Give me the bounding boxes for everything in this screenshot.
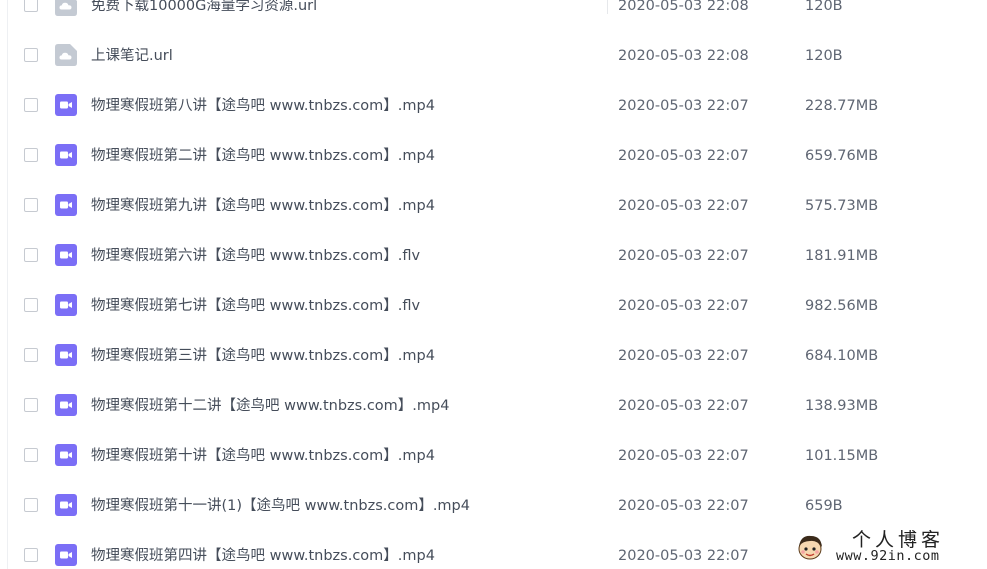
- row-checkbox[interactable]: [24, 0, 38, 12]
- file-row[interactable]: 物理寒假班第六讲【途鸟吧 www.tnbzs.com】.flv 2020-05-0…: [0, 231, 987, 281]
- cartoon-avatar-icon: [798, 535, 822, 560]
- file-name[interactable]: 物理寒假班第二讲【途鸟吧 www.tnbzs.com】.mp4: [91, 131, 435, 181]
- file-size: 181.91MB: [805, 248, 879, 264]
- video-file-icon: [55, 344, 77, 366]
- file-row[interactable]: 物理寒假班第十讲【途鸟吧 www.tnbzs.com】.mp4 2020-05-0…: [0, 431, 987, 481]
- video-file-icon: [55, 394, 77, 416]
- file-date: 2020-05-03 22:08: [618, 0, 749, 14]
- url-file-icon: [55, 44, 77, 66]
- video-file-icon: [55, 294, 77, 316]
- file-name[interactable]: 物理寒假班第七讲【途鸟吧 www.tnbzs.com】.flv: [91, 281, 420, 331]
- file-date: 2020-05-03 22:07: [618, 298, 749, 314]
- video-file-icon: [55, 444, 77, 466]
- file-row[interactable]: 物理寒假班第七讲【途鸟吧 www.tnbzs.com】.flv 2020-05-0…: [0, 281, 987, 331]
- file-date: 2020-05-03 22:07: [618, 398, 749, 414]
- file-date: 2020-05-03 22:07: [618, 148, 749, 164]
- file-size: 101.15MB: [805, 448, 879, 464]
- file-date: 2020-05-03 22:07: [618, 198, 749, 214]
- row-checkbox[interactable]: [24, 48, 38, 62]
- file-date: 2020-05-03 22:07: [618, 448, 749, 464]
- file-name[interactable]: 物理寒假班第三讲【途鸟吧 www.tnbzs.com】.mp4: [91, 331, 435, 381]
- video-file-icon: [55, 94, 77, 116]
- file-size: 575.73MB: [805, 198, 879, 214]
- file-manager-view: 免费下载10000G海量学习资源.url 2020-05-03 22:08 120B…: [0, 0, 987, 569]
- video-file-icon: [55, 544, 77, 566]
- file-date: 2020-05-03 22:07: [618, 248, 749, 264]
- row-checkbox[interactable]: [24, 548, 38, 562]
- file-row[interactable]: 免费下载10000G海量学习资源.url 2020-05-03 22:08 120B: [0, 0, 987, 31]
- video-file-icon: [55, 244, 77, 266]
- file-name[interactable]: 物理寒假班第六讲【途鸟吧 www.tnbzs.com】.flv: [91, 231, 420, 281]
- video-file-icon: [55, 144, 77, 166]
- row-checkbox[interactable]: [24, 148, 38, 162]
- video-file-icon: [55, 194, 77, 216]
- row-checkbox[interactable]: [24, 298, 38, 312]
- file-size: 120B: [805, 0, 843, 14]
- file-date: 2020-05-03 22:07: [618, 348, 749, 364]
- row-checkbox[interactable]: [24, 248, 38, 262]
- file-date: 2020-05-03 22:08: [618, 48, 749, 64]
- file-date: 2020-05-03 22:07: [618, 548, 749, 564]
- row-checkbox[interactable]: [24, 398, 38, 412]
- file-row[interactable]: 物理寒假班第十二讲【途鸟吧 www.tnbzs.com】.mp4 2020-05-…: [0, 381, 987, 431]
- row-checkbox[interactable]: [24, 498, 38, 512]
- file-name[interactable]: 物理寒假班第十二讲【途鸟吧 www.tnbzs.com】.mp4: [91, 381, 449, 431]
- file-name[interactable]: 物理寒假班第四讲【途鸟吧 www.tnbzs.com】.mp4: [91, 531, 435, 569]
- file-row[interactable]: 上课笔记.url 2020-05-03 22:08 120B: [0, 31, 987, 81]
- file-name[interactable]: 物理寒假班第九讲【途鸟吧 www.tnbzs.com】.mp4: [91, 181, 435, 231]
- file-size: 659.76MB: [805, 148, 879, 164]
- file-name[interactable]: 物理寒假班第八讲【途鸟吧 www.tnbzs.com】.mp4: [91, 81, 435, 131]
- file-row[interactable]: 物理寒假班第二讲【途鸟吧 www.tnbzs.com】.mp4 2020-05-0…: [0, 131, 987, 181]
- file-size: 120B: [805, 48, 843, 64]
- file-row[interactable]: 物理寒假班第三讲【途鸟吧 www.tnbzs.com】.mp4 2020-05-0…: [0, 331, 987, 381]
- video-file-icon: [55, 494, 77, 516]
- url-file-icon: [55, 0, 77, 16]
- file-size: 684.10MB: [805, 348, 879, 364]
- file-name[interactable]: 免费下载10000G海量学习资源.url: [91, 0, 317, 31]
- file-row[interactable]: 物理寒假班第九讲【途鸟吧 www.tnbzs.com】.mp4 2020-05-0…: [0, 181, 987, 231]
- blog-watermark: 个人博客 www.92in.com: [790, 523, 980, 567]
- file-date: 2020-05-03 22:07: [618, 98, 749, 114]
- file-size: 138.93MB: [805, 398, 879, 414]
- watermark-url: www.92in.com: [836, 548, 940, 564]
- file-list: 免费下载10000G海量学习资源.url 2020-05-03 22:08 120B…: [0, 0, 987, 569]
- file-size: 228.77MB: [805, 98, 879, 114]
- row-checkbox[interactable]: [24, 348, 38, 362]
- row-checkbox[interactable]: [24, 198, 38, 212]
- file-size: 982.56MB: [805, 298, 879, 314]
- file-name[interactable]: 上课笔记.url: [91, 31, 173, 81]
- file-name[interactable]: 物理寒假班第十讲【途鸟吧 www.tnbzs.com】.mp4: [91, 431, 435, 481]
- row-checkbox[interactable]: [24, 448, 38, 462]
- row-checkbox[interactable]: [24, 98, 38, 112]
- file-date: 2020-05-03 22:07: [618, 498, 749, 514]
- file-name[interactable]: 物理寒假班第十一讲(1)【途鸟吧 www.tnbzs.com】.mp4: [91, 481, 470, 531]
- file-row[interactable]: 物理寒假班第八讲【途鸟吧 www.tnbzs.com】.mp4 2020-05-0…: [0, 81, 987, 131]
